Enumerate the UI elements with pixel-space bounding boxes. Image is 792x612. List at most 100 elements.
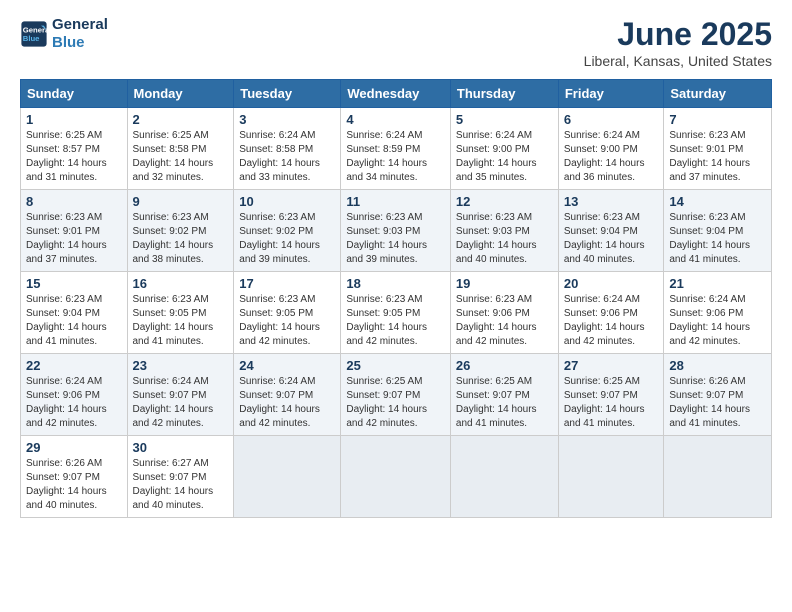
page: General Blue General Blue June 2025 Libe… <box>0 0 792 612</box>
calendar-cell: 2 Sunrise: 6:25 AM Sunset: 8:58 PM Dayli… <box>127 108 234 190</box>
calendar-cell: 8 Sunrise: 6:23 AM Sunset: 9:01 PM Dayli… <box>21 190 128 272</box>
day-info: Sunrise: 6:23 AM Sunset: 9:04 PM Dayligh… <box>26 293 122 349</box>
day-info: Sunrise: 6:23 AM Sunset: 9:02 PM Dayligh… <box>133 211 229 267</box>
calendar-cell: 3 Sunrise: 6:24 AM Sunset: 8:58 PM Dayli… <box>234 108 341 190</box>
calendar-cell: 4 Sunrise: 6:24 AM Sunset: 8:59 PM Dayli… <box>341 108 451 190</box>
day-number: 3 <box>239 112 335 127</box>
day-number: 8 <box>26 194 122 209</box>
calendar-cell: 12 Sunrise: 6:23 AM Sunset: 9:03 PM Dayl… <box>450 190 558 272</box>
day-number: 13 <box>564 194 659 209</box>
day-info: Sunrise: 6:25 AM Sunset: 9:07 PM Dayligh… <box>456 375 553 431</box>
day-number: 22 <box>26 358 122 373</box>
calendar-week-1: 1 Sunrise: 6:25 AM Sunset: 8:57 PM Dayli… <box>21 108 772 190</box>
day-info: Sunrise: 6:25 AM Sunset: 9:07 PM Dayligh… <box>564 375 659 431</box>
day-number: 18 <box>346 276 445 291</box>
day-number: 16 <box>133 276 229 291</box>
day-info: Sunrise: 6:23 AM Sunset: 9:04 PM Dayligh… <box>669 211 766 267</box>
col-header-monday: Monday <box>127 80 234 108</box>
day-number: 25 <box>346 358 445 373</box>
calendar-cell: 6 Sunrise: 6:24 AM Sunset: 9:00 PM Dayli… <box>558 108 664 190</box>
col-header-saturday: Saturday <box>664 80 772 108</box>
day-info: Sunrise: 6:24 AM Sunset: 9:06 PM Dayligh… <box>564 293 659 349</box>
day-number: 1 <box>26 112 122 127</box>
logo: General Blue General Blue <box>20 16 108 52</box>
day-info: Sunrise: 6:25 AM Sunset: 8:57 PM Dayligh… <box>26 129 122 185</box>
day-number: 7 <box>669 112 766 127</box>
day-number: 6 <box>564 112 659 127</box>
calendar-cell <box>558 436 664 518</box>
col-header-wednesday: Wednesday <box>341 80 451 108</box>
day-number: 24 <box>239 358 335 373</box>
calendar-cell: 19 Sunrise: 6:23 AM Sunset: 9:06 PM Dayl… <box>450 272 558 354</box>
col-header-thursday: Thursday <box>450 80 558 108</box>
calendar-cell: 7 Sunrise: 6:23 AM Sunset: 9:01 PM Dayli… <box>664 108 772 190</box>
calendar-cell: 9 Sunrise: 6:23 AM Sunset: 9:02 PM Dayli… <box>127 190 234 272</box>
day-info: Sunrise: 6:23 AM Sunset: 9:04 PM Dayligh… <box>564 211 659 267</box>
calendar-week-2: 8 Sunrise: 6:23 AM Sunset: 9:01 PM Dayli… <box>21 190 772 272</box>
calendar-cell <box>450 436 558 518</box>
calendar-cell: 29 Sunrise: 6:26 AM Sunset: 9:07 PM Dayl… <box>21 436 128 518</box>
day-info: Sunrise: 6:24 AM Sunset: 9:06 PM Dayligh… <box>669 293 766 349</box>
calendar-cell: 26 Sunrise: 6:25 AM Sunset: 9:07 PM Dayl… <box>450 354 558 436</box>
header: General Blue General Blue June 2025 Libe… <box>20 16 772 69</box>
day-number: 30 <box>133 440 229 455</box>
day-info: Sunrise: 6:26 AM Sunset: 9:07 PM Dayligh… <box>26 457 122 513</box>
location: Liberal, Kansas, United States <box>584 53 772 69</box>
calendar-cell: 14 Sunrise: 6:23 AM Sunset: 9:04 PM Dayl… <box>664 190 772 272</box>
day-number: 21 <box>669 276 766 291</box>
day-info: Sunrise: 6:24 AM Sunset: 9:00 PM Dayligh… <box>564 129 659 185</box>
calendar-cell <box>341 436 451 518</box>
day-number: 19 <box>456 276 553 291</box>
calendar-header-row: SundayMondayTuesdayWednesdayThursdayFrid… <box>21 80 772 108</box>
day-number: 28 <box>669 358 766 373</box>
logo-text-blue: Blue <box>52 34 108 52</box>
day-info: Sunrise: 6:24 AM Sunset: 9:07 PM Dayligh… <box>239 375 335 431</box>
day-number: 5 <box>456 112 553 127</box>
calendar-cell: 24 Sunrise: 6:24 AM Sunset: 9:07 PM Dayl… <box>234 354 341 436</box>
day-info: Sunrise: 6:27 AM Sunset: 9:07 PM Dayligh… <box>133 457 229 513</box>
day-number: 9 <box>133 194 229 209</box>
calendar-cell: 23 Sunrise: 6:24 AM Sunset: 9:07 PM Dayl… <box>127 354 234 436</box>
calendar-cell: 30 Sunrise: 6:27 AM Sunset: 9:07 PM Dayl… <box>127 436 234 518</box>
title-block: June 2025 Liberal, Kansas, United States <box>584 16 772 69</box>
day-info: Sunrise: 6:24 AM Sunset: 9:06 PM Dayligh… <box>26 375 122 431</box>
day-info: Sunrise: 6:25 AM Sunset: 9:07 PM Dayligh… <box>346 375 445 431</box>
day-number: 2 <box>133 112 229 127</box>
logo-icon: General Blue <box>20 20 48 48</box>
svg-text:Blue: Blue <box>23 34 40 43</box>
calendar-cell: 20 Sunrise: 6:24 AM Sunset: 9:06 PM Dayl… <box>558 272 664 354</box>
day-number: 26 <box>456 358 553 373</box>
day-info: Sunrise: 6:24 AM Sunset: 9:00 PM Dayligh… <box>456 129 553 185</box>
day-info: Sunrise: 6:23 AM Sunset: 9:03 PM Dayligh… <box>456 211 553 267</box>
day-info: Sunrise: 6:23 AM Sunset: 9:05 PM Dayligh… <box>346 293 445 349</box>
day-info: Sunrise: 6:23 AM Sunset: 9:05 PM Dayligh… <box>133 293 229 349</box>
day-info: Sunrise: 6:23 AM Sunset: 9:03 PM Dayligh… <box>346 211 445 267</box>
calendar-cell: 27 Sunrise: 6:25 AM Sunset: 9:07 PM Dayl… <box>558 354 664 436</box>
calendar-week-4: 22 Sunrise: 6:24 AM Sunset: 9:06 PM Dayl… <box>21 354 772 436</box>
calendar-cell <box>234 436 341 518</box>
calendar-cell: 10 Sunrise: 6:23 AM Sunset: 9:02 PM Dayl… <box>234 190 341 272</box>
day-number: 12 <box>456 194 553 209</box>
calendar-cell: 13 Sunrise: 6:23 AM Sunset: 9:04 PM Dayl… <box>558 190 664 272</box>
day-number: 15 <box>26 276 122 291</box>
calendar-cell: 15 Sunrise: 6:23 AM Sunset: 9:04 PM Dayl… <box>21 272 128 354</box>
calendar-cell <box>664 436 772 518</box>
day-number: 11 <box>346 194 445 209</box>
calendar-cell: 28 Sunrise: 6:26 AM Sunset: 9:07 PM Dayl… <box>664 354 772 436</box>
day-info: Sunrise: 6:23 AM Sunset: 9:01 PM Dayligh… <box>669 129 766 185</box>
calendar-cell: 16 Sunrise: 6:23 AM Sunset: 9:05 PM Dayl… <box>127 272 234 354</box>
calendar-cell: 18 Sunrise: 6:23 AM Sunset: 9:05 PM Dayl… <box>341 272 451 354</box>
logo-text-general: General <box>52 16 108 34</box>
col-header-friday: Friday <box>558 80 664 108</box>
day-number: 20 <box>564 276 659 291</box>
day-number: 10 <box>239 194 335 209</box>
col-header-tuesday: Tuesday <box>234 80 341 108</box>
calendar-cell: 25 Sunrise: 6:25 AM Sunset: 9:07 PM Dayl… <box>341 354 451 436</box>
day-info: Sunrise: 6:23 AM Sunset: 9:06 PM Dayligh… <box>456 293 553 349</box>
day-info: Sunrise: 6:26 AM Sunset: 9:07 PM Dayligh… <box>669 375 766 431</box>
day-info: Sunrise: 6:25 AM Sunset: 8:58 PM Dayligh… <box>133 129 229 185</box>
day-number: 14 <box>669 194 766 209</box>
day-info: Sunrise: 6:24 AM Sunset: 8:59 PM Dayligh… <box>346 129 445 185</box>
calendar-cell: 5 Sunrise: 6:24 AM Sunset: 9:00 PM Dayli… <box>450 108 558 190</box>
calendar-cell: 1 Sunrise: 6:25 AM Sunset: 8:57 PM Dayli… <box>21 108 128 190</box>
